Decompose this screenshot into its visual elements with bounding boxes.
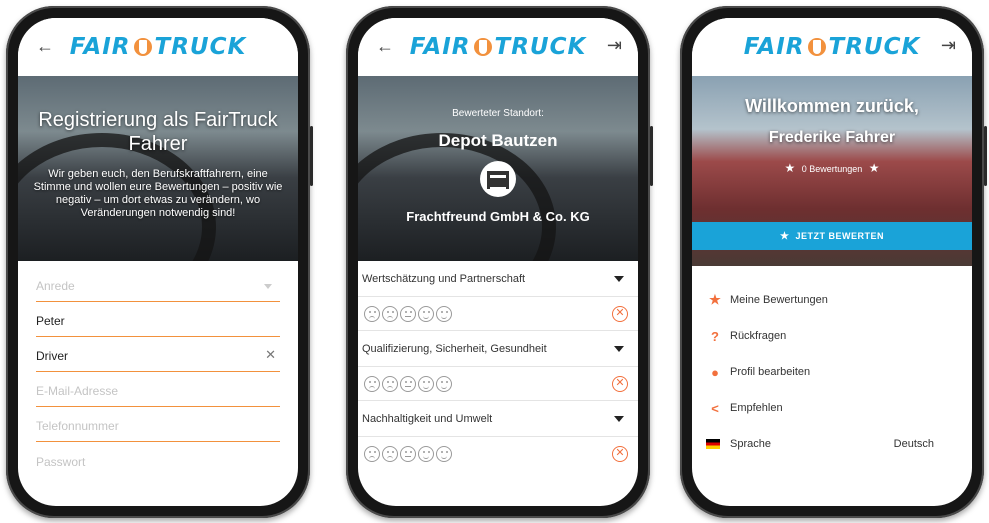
phone-registration: ← FAIR TRUCK Registrierung als FairTruck… [6, 6, 313, 518]
hero-text: Wir geben euch, den Berufskraftfahrern, … [33, 168, 283, 219]
smiley-scale [364, 375, 452, 392]
back-arrow-icon[interactable]: ← [36, 36, 54, 57]
neutral-face-icon[interactable] [400, 305, 416, 322]
phone-field[interactable]: Telefonnummer [36, 407, 280, 442]
caret-down-icon [614, 275, 624, 282]
phone-rating: ← FAIR TRUCK ⇥ Bewerteter Standort: Depo… [346, 6, 653, 518]
star-icon: ★ [868, 161, 880, 175]
very-happy-face-icon[interactable] [436, 305, 452, 322]
logo-mark-icon [473, 37, 493, 57]
share-icon: < [711, 400, 719, 416]
menu-item-recommend[interactable]: < Empfehlen [706, 390, 958, 426]
top-bar: ← FAIR TRUCK ⇥ [358, 18, 638, 76]
screen-rating: ← FAIR TRUCK ⇥ Bewerteter Standort: Depo… [358, 18, 638, 506]
category-header[interactable]: Nachhaltigkeit und Umwelt [358, 401, 638, 437]
salutation-select[interactable]: Anrede [36, 267, 280, 302]
german-flag-icon [706, 439, 720, 449]
logout-icon[interactable]: ⇥ [941, 35, 956, 56]
very-happy-face-icon[interactable] [436, 446, 452, 462]
neutral-face-icon[interactable] [400, 375, 416, 392]
menu-item-edit-profile[interactable]: ● Profil bearbeiten [706, 354, 958, 390]
very-sad-face-icon[interactable] [364, 375, 380, 392]
user-name: Frederike Fahrer [768, 129, 896, 146]
sad-face-icon[interactable] [382, 375, 398, 392]
smiley-scale [364, 305, 452, 322]
language-value: Deutsch [893, 438, 934, 450]
rating-row: ✕ [358, 437, 638, 471]
company-logo-icon [480, 161, 516, 197]
clear-rating-icon[interactable]: ✕ [612, 305, 628, 322]
location-banner: Bewerteter Standort: Depot Bautzen Frach… [358, 76, 638, 261]
last-name-field[interactable]: Driver ✕ [36, 337, 280, 372]
clear-rating-icon[interactable]: ✕ [612, 375, 628, 392]
neutral-face-icon[interactable] [400, 446, 416, 462]
happy-face-icon[interactable] [418, 375, 434, 392]
logo-mark-icon [133, 37, 153, 57]
category-header[interactable]: Qualifizierung, Sicherheit, Gesundheit [358, 331, 638, 367]
fairtruck-logo: FAIR TRUCK [409, 34, 587, 60]
rating-row: ✕ [358, 367, 638, 401]
fairtruck-logo: FAIR TRUCK [743, 34, 921, 60]
very-sad-face-icon[interactable] [364, 446, 380, 462]
hero-title: Registrierung als FairTruck Fahrer [38, 109, 278, 155]
person-icon: ● [711, 364, 719, 380]
caret-down-icon [614, 415, 624, 422]
top-bar: FAIR TRUCK ⇥ [692, 18, 972, 76]
hero-banner: Registrierung als FairTruck Fahrer Wir g… [18, 76, 298, 261]
language-label: Sprache [730, 438, 771, 450]
ratings-count: ★ 0 Bewertungen ★ [784, 161, 880, 175]
dashboard-menu: ★ Meine Bewertungen ? Rückfragen ● Profi… [692, 266, 972, 462]
sad-face-icon[interactable] [382, 305, 398, 322]
menu-item-my-ratings[interactable]: ★ Meine Bewertungen [706, 282, 958, 318]
fairtruck-logo: FAIR TRUCK [70, 34, 247, 60]
star-icon: ★ [709, 292, 721, 307]
language-select[interactable]: Sprache Deutsch [706, 426, 958, 462]
logout-icon[interactable]: ⇥ [607, 35, 622, 56]
location-name: Depot Bautzen [438, 131, 558, 150]
first-name-field[interactable]: Peter [36, 302, 280, 337]
company-name: Frachtfreund GmbH & Co. KG [406, 209, 590, 224]
clear-x-icon[interactable]: ✕ [265, 347, 276, 363]
logo-mark-icon [807, 37, 827, 57]
location-label: Bewerteter Standort: [452, 108, 544, 119]
sad-face-icon[interactable] [382, 446, 398, 462]
happy-face-icon[interactable] [418, 446, 434, 462]
category-header[interactable]: Wertschätzung und Partnerschaft [358, 261, 638, 297]
rating-row: ✕ [358, 297, 638, 331]
email-field[interactable]: E-Mail-Adresse [36, 372, 280, 407]
logo-text-right: TRUCK [154, 34, 247, 60]
star-icon: ★ [784, 161, 796, 175]
welcome-banner: Willkommen zurück, Frederike Fahrer ★ 0 … [692, 76, 972, 266]
password-field[interactable]: Passwort [36, 442, 280, 477]
caret-down-icon [614, 345, 624, 352]
phone-dashboard: FAIR TRUCK ⇥ Willkommen zurück, Frederik… [680, 6, 987, 518]
registration-form: Anrede Peter Driver ✕ E-Mail-Adresse Tel… [18, 261, 298, 477]
screen-registration: ← FAIR TRUCK Registrierung als FairTruck… [18, 18, 298, 506]
very-sad-face-icon[interactable] [364, 305, 380, 322]
welcome-text: Willkommen zurück, [745, 96, 919, 116]
star-icon: ★ [780, 230, 790, 242]
rate-now-button[interactable]: ★ JETZT BEWERTEN [692, 222, 972, 250]
screen-dashboard: FAIR TRUCK ⇥ Willkommen zurück, Frederik… [692, 18, 972, 506]
logo-text-left: FAIR [69, 34, 131, 60]
back-arrow-icon[interactable]: ← [376, 36, 394, 57]
very-happy-face-icon[interactable] [436, 375, 452, 392]
top-bar: ← FAIR TRUCK [18, 18, 298, 76]
question-icon: ? [711, 328, 719, 344]
menu-item-inquiries[interactable]: ? Rückfragen [706, 318, 958, 354]
clear-rating-icon[interactable]: ✕ [612, 446, 628, 462]
chevron-down-icon [264, 284, 272, 289]
smiley-scale [364, 446, 452, 462]
happy-face-icon[interactable] [418, 305, 434, 322]
